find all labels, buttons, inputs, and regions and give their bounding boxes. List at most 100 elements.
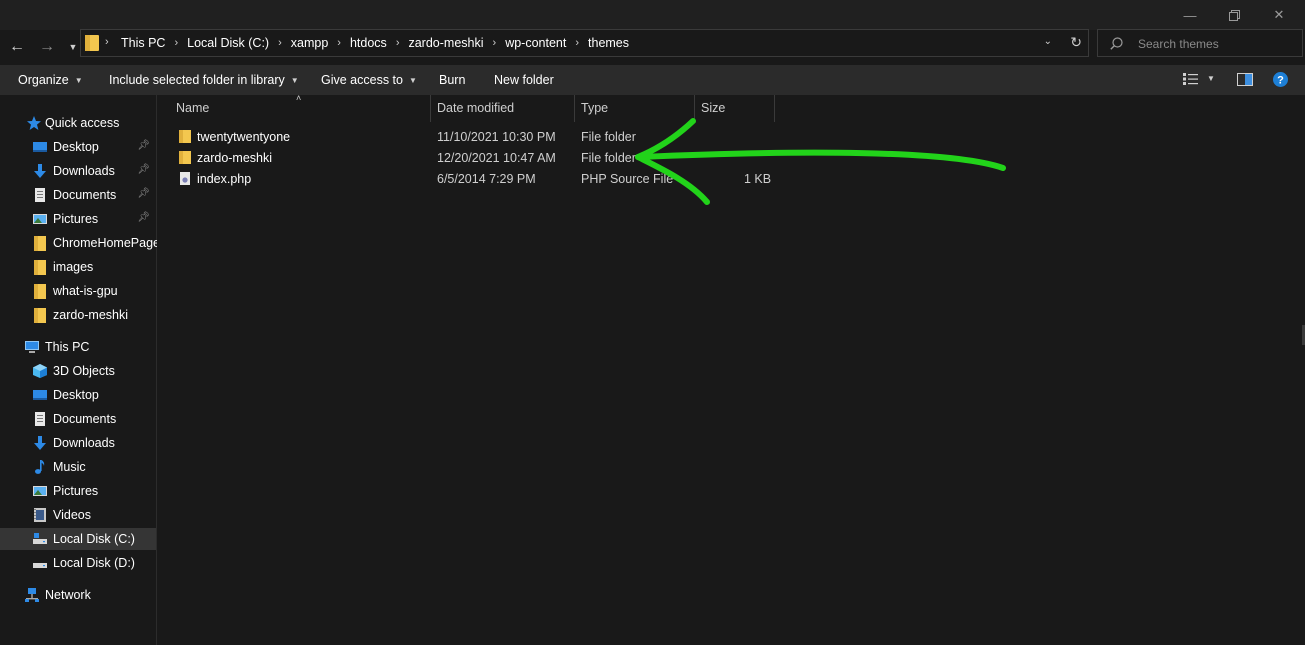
sidebar-item-desktop[interactable]: Desktop [0,384,156,406]
sidebar-item-desktop[interactable]: Desktop 📌︎ [0,136,156,158]
sidebar-item-label: This PC [45,340,90,354]
column-header-date-modified[interactable]: Date modified [437,101,514,115]
restore-icon[interactable] [1212,0,1256,30]
breadcrumb-item[interactable]: wp-content [505,36,566,50]
sidebar-item-quick-access[interactable]: Quick access [0,112,156,134]
give-access-button[interactable]: Give access to ▼ [321,73,417,87]
pin-icon[interactable]: 📌︎ [137,164,150,175]
table-row[interactable]: index.php 6/5/2014 7:29 PM PHP Source Fi… [173,169,813,190]
file-type: File folder [581,151,636,165]
sidebar-item-local-disk-c[interactable]: Local Disk (C:) [0,528,156,550]
sidebar-item-local-disk-d[interactable]: Local Disk (D:) [0,552,156,574]
refresh-icon[interactable]: ↻ [1070,34,1082,51]
drive-d-icon [33,563,47,568]
chevron-down-icon: ▼ [74,76,83,85]
sidebar-item-label: Pictures [53,484,99,498]
sidebar-item-zardo-meshki[interactable]: zardo-meshki [0,304,156,326]
breadcrumb-separator-icon[interactable]: › [278,37,282,49]
search-icon [1110,37,1123,50]
chevron-down-icon[interactable]: ▼ [1207,74,1215,83]
videos-icon [34,508,46,522]
sidebar-item-label: Music [53,460,86,474]
pin-icon[interactable]: 📌︎ [137,140,150,151]
sidebar-item-network[interactable]: Network [0,584,156,606]
sidebar-item-documents[interactable]: Documents [0,408,156,430]
sidebar-item-label: Network [45,588,91,602]
desktop-icon [33,142,47,152]
drive-c-icon [33,533,47,544]
breadcrumb-separator-icon[interactable]: › [337,37,341,49]
sidebar-item-downloads[interactable]: Downloads 📌︎ [0,160,156,182]
breadcrumb-item[interactable]: htdocs [350,36,387,50]
sidebar-item-videos[interactable]: Videos [0,504,156,526]
downloads-icon [34,436,46,450]
file-name[interactable]: index.php [197,172,251,186]
chevron-down-icon[interactable]: ⌄ [1044,36,1052,47]
column-divider[interactable] [694,95,695,122]
include-in-library-button[interactable]: Include selected folder in library ▼ [109,73,299,87]
breadcrumb-separator-icon[interactable]: › [493,37,497,49]
sidebar-item-images[interactable]: images [0,256,156,278]
forward-arrow-icon[interactable]: → [36,36,58,58]
table-row[interactable]: twentytwentyone 11/10/2021 10:30 PM File… [173,127,813,148]
chevron-down-icon: ▼ [408,76,417,85]
table-row[interactable]: zardo-meshki 12/20/2021 10:47 AM File fo… [173,148,813,169]
sidebar-item-documents[interactable]: Documents 📌︎ [0,184,156,206]
breadcrumb-item[interactable]: zardo-meshki [408,36,483,50]
file-size: 1 KB [744,172,772,186]
pin-icon[interactable]: 📌︎ [137,188,150,199]
sidebar-item-pictures[interactable]: Pictures 📌︎ [0,208,156,230]
address-chevron-icon[interactable]: › [105,36,109,48]
organize-button[interactable]: Organize ▼ [18,73,83,87]
pictures-icon [33,486,47,496]
column-header-name[interactable]: Name [176,101,209,115]
sidebar-item-label: Videos [53,508,91,522]
sidebar-item-label: Quick access [45,116,120,130]
breadcrumb-item[interactable]: This PC [121,36,165,50]
minimize-icon[interactable]: — [1168,0,1212,30]
sidebar-item-pictures[interactable]: Pictures [0,480,156,502]
search-input[interactable]: Search themes [1097,29,1303,57]
file-name[interactable]: zardo-meshki [197,151,272,165]
preview-pane-icon[interactable] [1237,73,1253,89]
pin-icon[interactable]: 📌︎ [137,212,150,223]
php-file-icon [180,172,190,185]
back-arrow-icon[interactable]: ← [6,36,28,58]
star-icon [27,116,41,130]
sidebar-item-this-pc[interactable]: This PC [0,336,156,358]
breadcrumb-separator-icon[interactable]: › [174,37,178,49]
organize-label: Organize [18,73,69,87]
breadcrumb-item[interactable]: Local Disk (C:) [187,36,269,50]
music-icon [35,460,45,474]
breadcrumb-separator-icon[interactable]: › [575,37,579,49]
column-header-type[interactable]: Type [581,101,608,115]
sidebar-item-3d-objects[interactable]: 3D Objects [0,360,156,382]
sidebar-item-music[interactable]: Music [0,456,156,478]
command-toolbar: Organize ▼ Include selected folder in lib… [0,65,1305,95]
column-header-size[interactable]: Size [701,101,725,115]
chevron-down-icon: ▼ [290,76,299,85]
sidebar-item-label: Documents [53,412,117,426]
view-options-icon[interactable] [1183,73,1198,88]
file-date-modified: 12/20/2021 10:47 AM [437,151,556,165]
breadcrumb-separator-icon[interactable]: › [396,37,400,49]
sidebar-item-what-is-gpu[interactable]: what-is-gpu [0,280,156,302]
help-icon[interactable]: ? [1273,72,1288,90]
sidebar-item-downloads[interactable]: Downloads [0,432,156,454]
folder-icon [34,284,46,299]
breadcrumb-item[interactable]: themes [588,36,629,50]
address-bar[interactable]: › This PC › Local Disk (C:) › xampp › htdoc… [80,29,1089,57]
3d-objects-icon [33,364,47,378]
column-divider[interactable] [774,95,775,122]
burn-button[interactable]: Burn [439,73,465,87]
new-folder-button[interactable]: New folder [494,73,554,87]
close-icon[interactable]: ✕ [1257,0,1301,30]
breadcrumb-item[interactable]: xampp [291,36,329,50]
column-divider[interactable] [430,95,431,122]
file-name[interactable]: twentytwentyone [197,130,290,144]
file-date-modified: 11/10/2021 10:30 PM [437,130,556,144]
sidebar-item-chromehomepage[interactable]: ChromeHomePage [0,232,160,254]
column-divider[interactable] [574,95,575,122]
pictures-icon [33,214,47,224]
sidebar-item-label: Local Disk (D:) [53,556,135,570]
